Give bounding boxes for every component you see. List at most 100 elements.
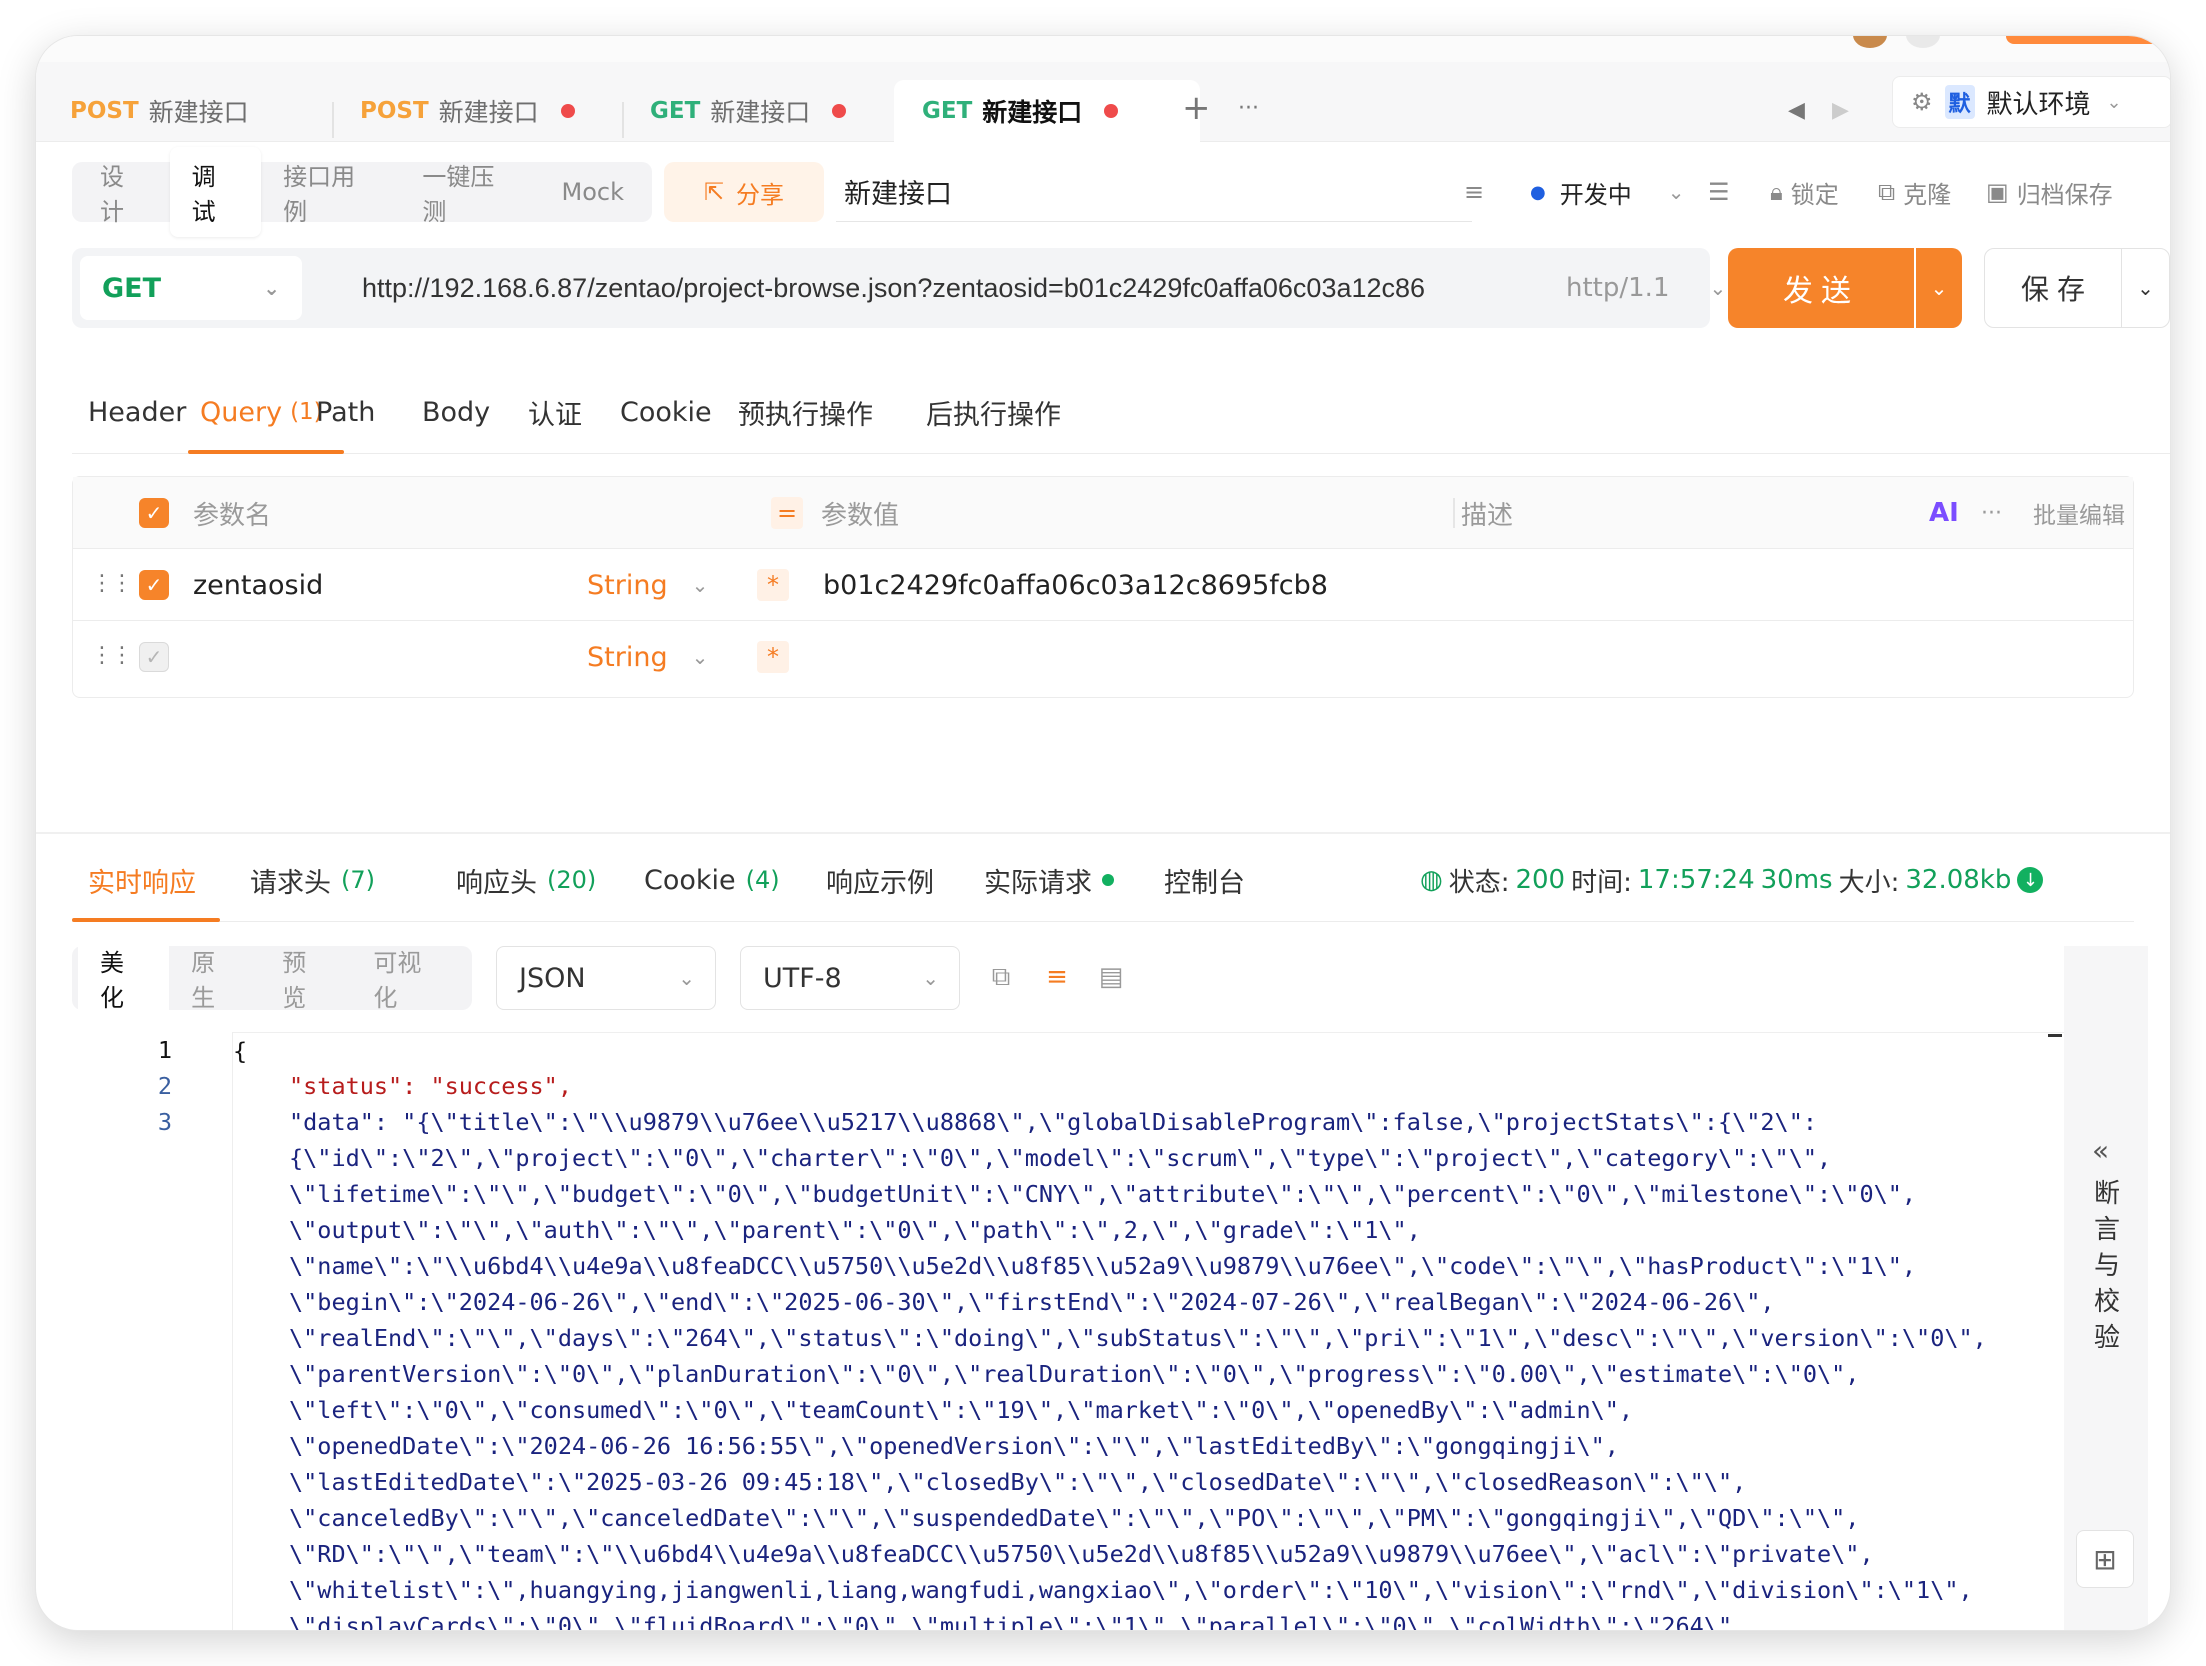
add-tab-icon[interactable]: + — [1182, 88, 1211, 128]
tab-actual-request[interactable]: 实际请求 — [984, 840, 1114, 920]
response-time: 17:57:24 — [1637, 865, 1755, 895]
param-type-select[interactable]: String ⌄ — [587, 549, 708, 621]
url-bar: GET ⌄ http://192.168.6.87/zentao/project… — [72, 248, 1726, 328]
tab-label: 控制台 — [1164, 867, 1245, 899]
tab-bar: POST 新建接口 POST 新建接口 GET 新建接口 GET 新建接口 + … — [36, 62, 2170, 142]
save-button[interactable]: 保存 ⌄ — [1984, 248, 2170, 328]
param-name-input[interactable]: zentaosid — [193, 549, 323, 621]
mode-test-case[interactable]: 接口用例 — [261, 147, 400, 237]
tab-header[interactable]: Header — [88, 372, 186, 452]
tab-cookie[interactable]: Cookie — [620, 372, 712, 452]
format-type-select[interactable]: JSON ⌄ — [496, 946, 716, 1010]
more-tabs-icon[interactable]: ··· — [1238, 96, 1259, 121]
save-response-icon[interactable]: ▤ — [1096, 962, 1126, 992]
tab-method: GET — [922, 98, 973, 124]
code-line: \"begin\":\"2024-06-26\",\"end\":\"2025-… — [289, 1288, 1775, 1316]
ai-icon[interactable]: AI — [1929, 477, 1959, 549]
param-enabled-checkbox[interactable]: ✓ — [139, 570, 169, 600]
send-button[interactable]: 发送 — [1728, 248, 1914, 328]
clone-label: 克隆 — [1903, 180, 1952, 209]
active-tab-underline — [72, 918, 220, 922]
http-version-select[interactable]: http/1.1 ⌄ — [1566, 248, 1726, 328]
tab-path[interactable]: Path — [316, 372, 375, 452]
api-name-input[interactable]: 新建接口 — [836, 162, 1472, 222]
tab-auth[interactable]: 认证 — [528, 372, 582, 452]
lock-button[interactable]: 🔒︎ 锁定 — [1770, 162, 1839, 222]
tab-response-headers[interactable]: 响应头 (20) — [456, 840, 596, 920]
dev-status-select[interactable]: ● 开发中 ⌄ — [1530, 162, 1684, 222]
save-options-chevron-icon[interactable]: ⌄ — [2121, 249, 2169, 327]
encoding-select[interactable]: UTF-8 ⌄ — [740, 946, 960, 1010]
wrap-lines-icon[interactable]: ≡ — [1042, 962, 1072, 992]
tab-response-example[interactable]: 响应示例 — [826, 840, 934, 920]
tab-api-4-active[interactable]: GET 新建接口 — [894, 80, 1200, 142]
send-options-dropdown[interactable]: ⌄ — [1916, 248, 1962, 328]
format-icon[interactable]: ☰ — [1708, 162, 1730, 222]
tab-post-script[interactable]: 后执行操作 — [926, 372, 1061, 452]
scroll-left-icon[interactable]: ◀ — [1788, 98, 1805, 123]
tab-label: Path — [316, 396, 376, 428]
tab-count: (7) — [341, 866, 375, 894]
tab-request-headers[interactable]: 请求头 (7) — [250, 840, 375, 920]
drag-handle-icon[interactable]: ⋮⋮ — [91, 571, 133, 596]
tab-body[interactable]: Body — [422, 372, 490, 452]
archive-icon: ▣ — [1986, 178, 2009, 206]
format-pretty[interactable]: 美化 — [78, 932, 170, 1024]
status-code: 200 — [1515, 865, 1566, 895]
select-all-checkbox[interactable]: ✓ — [139, 498, 169, 528]
code-line: \"canceledBy\":\"\",\"canceledDate\":\"\… — [289, 1504, 1860, 1532]
drag-handle-icon[interactable]: ⋮⋮ — [91, 643, 133, 668]
clone-icon: ⧉ — [1878, 178, 1896, 206]
tab-cookies[interactable]: Cookie (4) — [644, 840, 780, 920]
download-icon[interactable]: ↓ — [2017, 867, 2044, 893]
tab-live-response[interactable]: 实时响应 — [88, 840, 196, 920]
mode-debug[interactable]: 调试 — [169, 147, 262, 237]
tab-api-3[interactable]: GET 新建接口 — [650, 80, 847, 142]
param-type-select[interactable]: String ⌄ — [587, 621, 708, 693]
required-toggle[interactable]: * — [757, 569, 789, 601]
edit-desc-icon[interactable]: ≡ — [1464, 162, 1484, 222]
chevron-down-icon: ⌄ — [263, 276, 280, 300]
archive-save-button[interactable]: ▣ 归档保存 — [1986, 162, 2113, 222]
scroll-right-icon[interactable]: ▶ — [1832, 98, 1849, 123]
environment-select[interactable]: ⚙ 默 默认环境 ⌄ — [1892, 76, 2170, 128]
share-button[interactable]: ⇱ 分享 — [664, 162, 824, 222]
tab-api-1[interactable]: POST 新建接口 — [70, 80, 249, 142]
pane-divider[interactable] — [36, 832, 2170, 834]
tab-pre-script[interactable]: 预执行操作 — [738, 372, 873, 452]
method-select[interactable]: GET ⌄ — [80, 256, 302, 320]
clone-button[interactable]: ⧉ 克隆 — [1878, 162, 1951, 222]
bulk-edit-button[interactable]: 批量编辑 — [2033, 477, 2125, 549]
query-params-table: ✓ 参数名 = 参数值 描述 AI ··· 批量编辑 ⋮⋮ ✓ zentaosi… — [72, 476, 2134, 698]
size-label: 大小: — [1838, 867, 1900, 898]
assertion-panel-label[interactable]: 断言与校验 — [2090, 1176, 2124, 1356]
param-type-label: String — [587, 569, 668, 601]
response-body-viewer[interactable]: 1 2 3 { "status": "success", "data": "{\… — [72, 1032, 2070, 1630]
copy-icon[interactable]: ⧉ — [986, 962, 1016, 992]
tab-api-2[interactable]: POST 新建接口 — [360, 80, 575, 142]
collapse-left-icon[interactable]: « — [2092, 1134, 2109, 1167]
more-icon[interactable]: ··· — [1981, 477, 2002, 549]
code-content: { "status": "success", "data": "{\"title… — [232, 1032, 2068, 1630]
code-line: {\"id\":\"2\",\"project\":\"0\",\"charte… — [289, 1144, 1832, 1172]
format-preview[interactable]: 预览 — [260, 932, 351, 1024]
required-toggle[interactable]: * — [757, 641, 789, 673]
chevron-down-icon: ⌄ — [922, 966, 939, 990]
tab-query[interactable]: Query (1) — [200, 372, 323, 452]
globe-icon: ◍ — [1420, 865, 1443, 895]
code-line: \"name\":\"\\u6bd4\\u4e9a\\u8feaDCC\\u57… — [289, 1252, 1917, 1280]
top-accent-button[interactable] — [2006, 36, 2170, 44]
format-raw[interactable]: 原生 — [169, 932, 260, 1024]
param-enabled-checkbox[interactable]: ✓ — [139, 642, 169, 672]
url-input[interactable]: http://192.168.6.87/zentao/project-brows… — [362, 248, 1425, 328]
param-value-input[interactable]: b01c2429fc0affa06c03a12c8695fcb8 — [823, 549, 1328, 621]
layout-grid-icon[interactable]: ⊞ — [2076, 1530, 2134, 1588]
format-visualize[interactable]: 可视化 — [351, 932, 466, 1024]
tab-console[interactable]: 控制台 — [1164, 840, 1245, 920]
tab-label: 实时响应 — [88, 867, 196, 899]
mode-load-test[interactable]: 一键压测 — [400, 147, 539, 237]
mode-design[interactable]: 设计 — [78, 147, 170, 237]
response-status: ◍ 状态: 200 时间: 17:57:24 30ms 大小: 32.08kb … — [1420, 840, 2044, 920]
mode-mock[interactable]: Mock — [540, 168, 646, 216]
scroll-indicator[interactable] — [2048, 1034, 2062, 1037]
